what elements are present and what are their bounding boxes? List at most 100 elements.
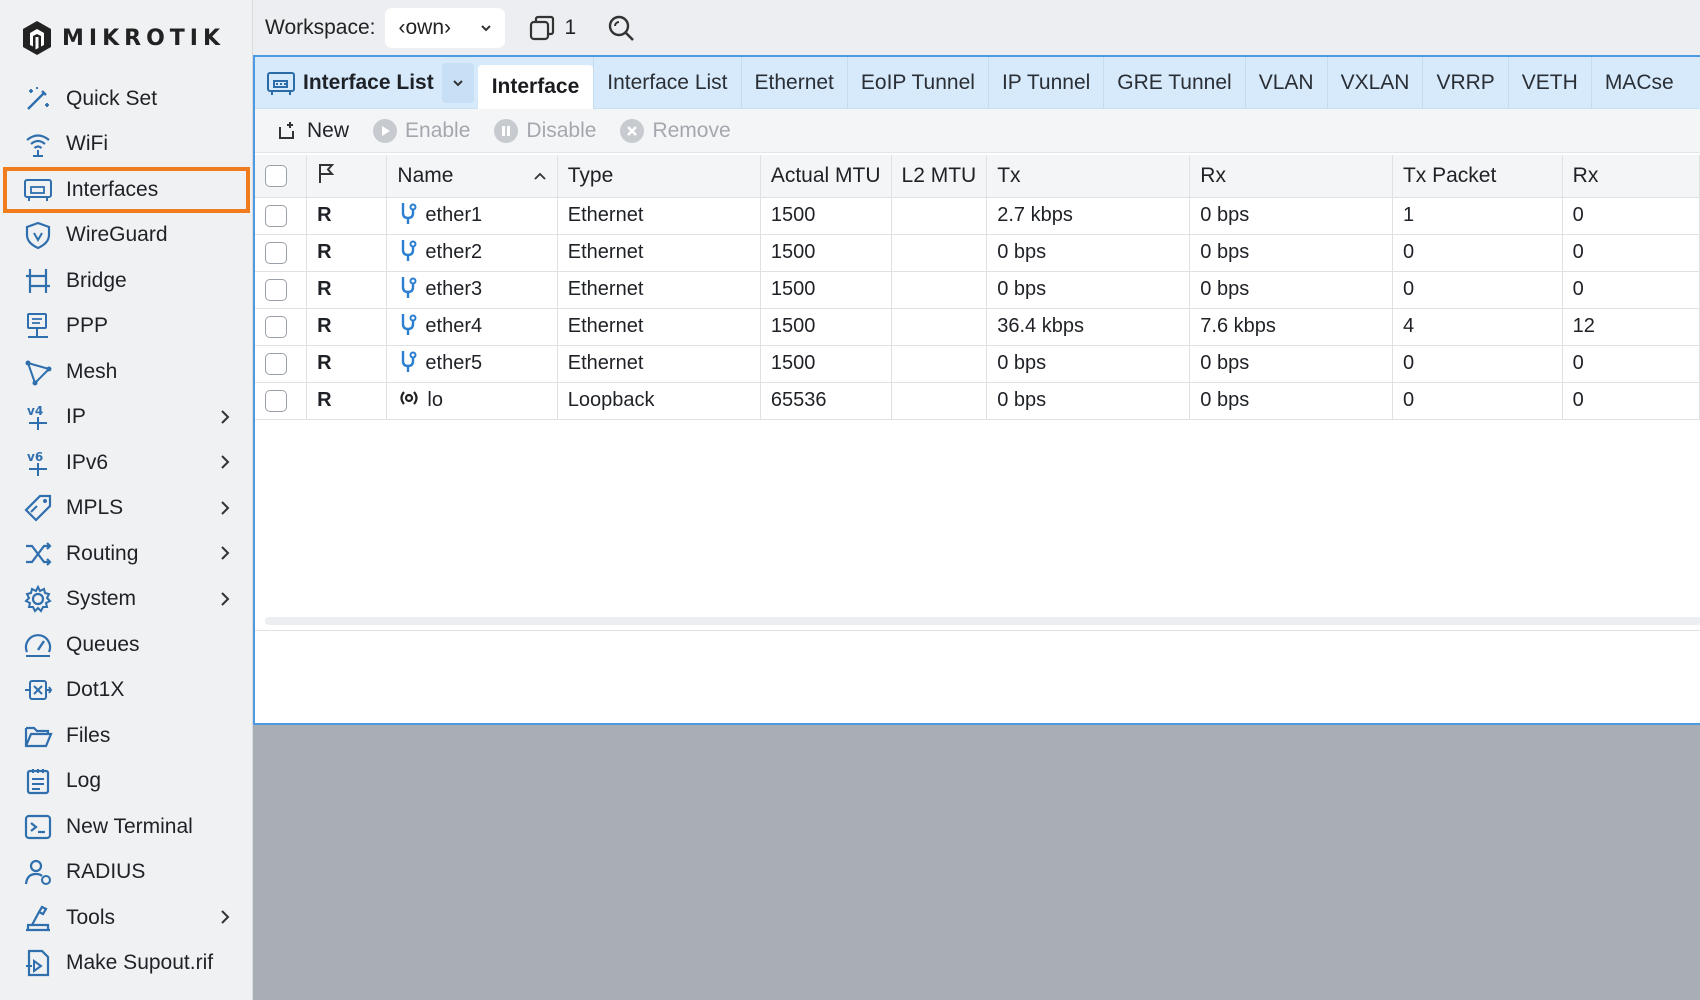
enable-button[interactable]: Enable <box>371 117 470 145</box>
tab-interface[interactable]: Interface <box>477 64 594 109</box>
column-header-rx-packet[interactable]: Rx <box>1562 155 1700 198</box>
sidebar-item-mesh[interactable]: Mesh <box>0 349 253 395</box>
table-row[interactable]: Rether1 Ethernet 1500 2.7 kbps 0 bps 1 0 <box>255 197 1700 235</box>
sidebar-item-ipv6[interactable]: v6 IPv6 <box>0 440 253 486</box>
sidebar-item-ppp[interactable]: PPP <box>0 304 253 350</box>
tab-interface-list[interactable]: Interface List <box>593 57 740 108</box>
row-checkbox[interactable] <box>265 278 287 301</box>
disable-button[interactable]: Disable <box>492 117 596 145</box>
sidebar-item-label: Make Supout.rif <box>66 951 214 975</box>
workspace-select[interactable]: ‹own› <box>384 7 505 48</box>
tab-veth[interactable]: VETH <box>1507 57 1591 108</box>
chevron-right-icon <box>221 546 230 560</box>
sidebar-item-quick-set[interactable]: Quick Set <box>0 76 253 122</box>
sidebar-item-dot1x[interactable]: Dot1X <box>0 668 253 714</box>
sidebar-item-tools[interactable]: Tools <box>0 895 253 941</box>
logo-text: MIKROTIK <box>62 25 226 51</box>
row-select-cell[interactable] <box>255 345 308 383</box>
tab-vxlan[interactable]: VXLAN <box>1326 57 1423 108</box>
name-cell[interactable]: ether1 <box>386 197 558 235</box>
name-cell[interactable]: ether4 <box>386 308 558 346</box>
tabs: Interface Interface List Ethernet EoIP Tunn… <box>477 57 1687 109</box>
row-checkbox[interactable] <box>265 204 287 227</box>
horizontal-scrollbar[interactable] <box>265 617 1700 625</box>
select-all-checkbox[interactable] <box>265 164 287 187</box>
search-icon[interactable] <box>604 11 638 45</box>
row-checkbox[interactable] <box>265 352 287 375</box>
row-select-cell[interactable] <box>255 271 308 309</box>
window-menu-button[interactable] <box>441 62 474 103</box>
tab-ip-tunnel[interactable]: IP Tunnel <box>987 57 1103 108</box>
mesh-icon <box>22 356 54 388</box>
sidebar-item-files[interactable]: Files <box>0 713 253 759</box>
status-divider <box>255 630 1700 631</box>
select-all-header[interactable] <box>255 155 308 198</box>
sort-ascending-icon <box>534 172 546 180</box>
sidebar-item-new-terminal[interactable]: New Terminal <box>0 804 253 850</box>
table-row[interactable]: Rether4 Ethernet 1500 36.4 kbps 7.6 kbps 4 12 <box>255 308 1700 346</box>
row-checkbox[interactable] <box>265 315 287 338</box>
sidebar-item-ip[interactable]: v4 IP <box>0 395 253 441</box>
actual-mtu-cell: 1500 <box>760 197 892 235</box>
mikrotik-logo[interactable]: MIKROTIK <box>20 18 225 58</box>
rx-cell: 0 bps <box>1189 345 1393 383</box>
table-row[interactable]: Rether5 Ethernet 1500 0 bps 0 bps 0 0 <box>255 345 1700 383</box>
tab-vlan[interactable]: VLAN <box>1244 57 1327 108</box>
ethernet-icon <box>397 238 419 268</box>
sidebar-item-routing[interactable]: Routing <box>0 531 253 577</box>
table-row[interactable]: Rlo Loopback 65536 0 bps 0 bps 0 0 <box>255 382 1700 420</box>
flag-cell: R <box>306 308 388 346</box>
type-cell: Ethernet <box>557 345 761 383</box>
ipv4-icon: v4 <box>22 401 54 433</box>
tab-gre-tunnel[interactable]: GRE Tunnel <box>1103 57 1244 108</box>
table-row[interactable]: Rether3 Ethernet 1500 0 bps 0 bps 0 0 <box>255 271 1700 309</box>
tx-cell: 0 bps <box>986 382 1191 420</box>
row-checkbox[interactable] <box>265 241 287 264</box>
name-cell[interactable]: ether5 <box>386 345 558 383</box>
column-header-type[interactable]: Type <box>557 155 761 198</box>
type-cell: Ethernet <box>557 197 761 235</box>
name-cell[interactable]: ether2 <box>386 234 558 272</box>
tab-macse[interactable]: MACse <box>1590 57 1687 108</box>
tab-vrrp[interactable]: VRRP <box>1422 57 1507 108</box>
row-select-cell[interactable] <box>255 234 308 272</box>
column-header-actual-mtu[interactable]: Actual MTU <box>760 155 892 198</box>
sidebar-item-radius[interactable]: RADIUS <box>0 850 253 896</box>
sidebar-item-bridge[interactable]: Bridge <box>0 258 253 304</box>
l2-mtu-cell <box>891 345 988 383</box>
sidebar-item-interfaces[interactable]: Interfaces <box>3 167 250 213</box>
wifi-icon <box>22 128 54 160</box>
actual-mtu-cell: 1500 <box>760 308 892 346</box>
bridge-icon <box>22 265 54 297</box>
new-button[interactable]: New <box>273 117 349 145</box>
sidebar-item-log[interactable]: Log <box>0 759 253 805</box>
sidebar-item-system[interactable]: System <box>0 577 253 623</box>
name-cell[interactable]: ether3 <box>386 271 558 309</box>
column-header-tx[interactable]: Tx <box>986 155 1191 198</box>
tab-ethernet[interactable]: Ethernet <box>740 57 847 108</box>
column-header-l2-mtu[interactable]: L2 MTU <box>891 155 988 198</box>
flag-column-header[interactable] <box>306 155 388 198</box>
row-select-cell[interactable] <box>255 308 308 346</box>
sidebar-item-label: System <box>66 587 137 611</box>
row-checkbox[interactable] <box>265 389 287 412</box>
sidebar-item-label: Tools <box>66 905 116 929</box>
windows-icon[interactable] <box>525 11 559 45</box>
column-header-name[interactable]: Name <box>386 155 558 198</box>
column-header-tx-packet[interactable]: Tx Packet <box>1392 155 1563 198</box>
tab-eoip-tunnel[interactable]: EoIP Tunnel <box>846 57 988 108</box>
sidebar-item-make-supout-rif[interactable]: Make Supout.rif <box>0 941 253 987</box>
interface-name: ether1 <box>425 204 483 226</box>
sidebar-item-wireguard[interactable]: WireGuard <box>0 213 253 259</box>
remove-button[interactable]: Remove <box>618 117 731 145</box>
sidebar-item-queues[interactable]: Queues <box>0 622 253 668</box>
table-row[interactable]: Rether2 Ethernet 1500 0 bps 0 bps 0 0 <box>255 234 1700 272</box>
sidebar-item-wifi[interactable]: WiFi <box>0 122 253 168</box>
row-select-cell[interactable] <box>255 382 308 420</box>
name-cell[interactable]: lo <box>386 382 558 420</box>
sidebar-item-label: WiFi <box>66 132 108 156</box>
row-select-cell[interactable] <box>255 197 308 235</box>
column-header-rx[interactable]: Rx <box>1189 155 1393 198</box>
gauge-icon <box>22 629 54 661</box>
sidebar-item-mpls[interactable]: MPLS <box>0 486 253 532</box>
